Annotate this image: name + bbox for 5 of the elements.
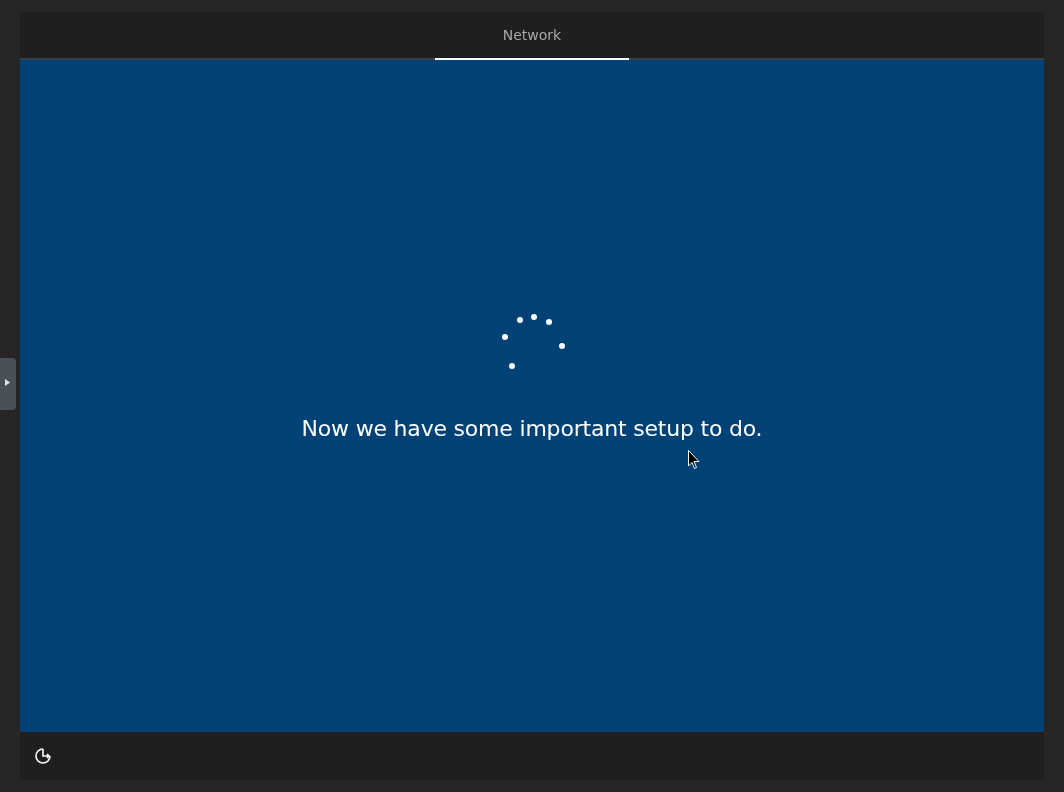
mouse-pointer-icon: [688, 450, 700, 469]
status-message: Now we have some important setup to do.: [301, 416, 763, 441]
loading-spinner-icon: [499, 314, 565, 370]
accessibility-icon[interactable]: [34, 747, 52, 765]
side-handle[interactable]: [0, 358, 16, 410]
